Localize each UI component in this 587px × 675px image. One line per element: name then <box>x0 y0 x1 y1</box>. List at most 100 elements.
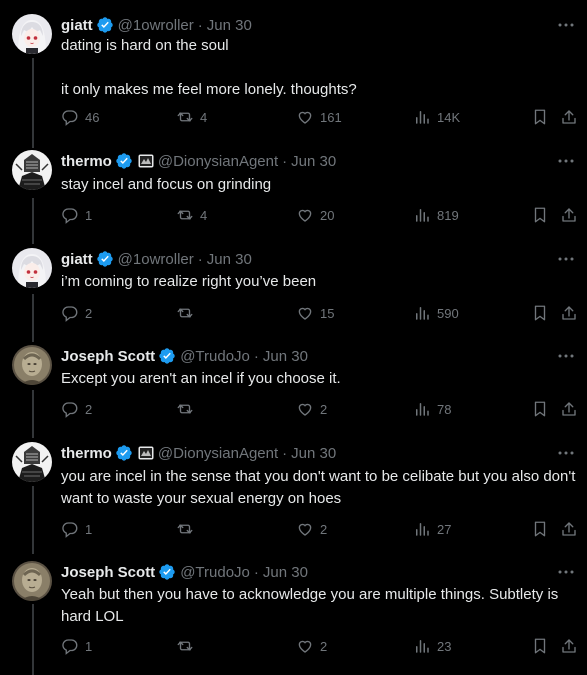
sketch-warrior-avatar[interactable] <box>12 150 52 190</box>
retweet-button[interactable] <box>176 304 200 322</box>
bookmark-button[interactable] <box>531 520 549 538</box>
views-button[interactable]: 78 <box>413 400 451 418</box>
more-options-icon[interactable] <box>557 446 575 460</box>
tweet-date[interactable]: Jun 30 <box>207 17 252 34</box>
heart-icon <box>298 403 312 416</box>
tweet-date[interactable]: Jun 30 <box>291 445 336 462</box>
more-options-icon[interactable] <box>557 565 575 579</box>
author-handle[interactable]: @DionysianAgent <box>158 445 278 462</box>
separator-dot: · <box>197 16 203 34</box>
portrait-avatar[interactable] <box>12 561 52 601</box>
action-bar: 2 15 590 <box>61 304 577 324</box>
author-name[interactable]: Joseph Scott <box>61 348 155 365</box>
tweet-date[interactable]: Jun 30 <box>263 348 308 365</box>
author-name[interactable]: thermo <box>61 445 112 462</box>
like-button[interactable]: 2 <box>296 400 327 418</box>
reply-button[interactable]: 1 <box>61 520 92 538</box>
like-button[interactable]: 161 <box>296 108 342 126</box>
share-button[interactable] <box>560 520 578 538</box>
author-name[interactable]: thermo <box>61 153 112 170</box>
tweet-date[interactable]: Jun 30 <box>263 564 308 581</box>
reply-icon <box>62 522 78 538</box>
like-button[interactable]: 2 <box>296 520 327 538</box>
action-bar: 1 2 27 <box>61 520 577 540</box>
reply-icon <box>62 639 78 655</box>
anime-girl-avatar[interactable] <box>12 14 52 54</box>
author-name[interactable]: giatt <box>61 251 93 268</box>
sketch-warrior-avatar[interactable] <box>12 442 52 482</box>
retweet-button[interactable]: 4 <box>176 108 207 126</box>
retweet-icon <box>177 404 193 414</box>
tweet-date[interactable]: Jun 30 <box>291 153 336 170</box>
bookmark-button[interactable] <box>531 637 549 655</box>
verified-badge-icon <box>96 251 113 267</box>
share-button[interactable] <box>560 304 578 322</box>
bookmark-button[interactable] <box>531 206 549 224</box>
thread-line <box>32 604 34 675</box>
author-handle[interactable]: @TrudoJo <box>180 564 250 581</box>
reply-button[interactable]: 2 <box>61 304 92 322</box>
views-button[interactable]: 14K <box>413 108 460 126</box>
views-button[interactable]: 23 <box>413 637 451 655</box>
tweet-date[interactable]: Jun 30 <box>207 251 252 268</box>
separator-dot: · <box>253 347 259 365</box>
more-options-icon[interactable] <box>557 18 575 32</box>
author-handle[interactable]: @DionysianAgent <box>158 153 278 170</box>
share-button[interactable] <box>560 400 578 418</box>
action-bar: 1 4 20 819 <box>61 206 577 226</box>
analytics-icon <box>416 111 429 124</box>
reply-icon <box>62 402 78 418</box>
views-button[interactable]: 590 <box>413 304 459 322</box>
analytics-icon <box>416 307 429 320</box>
more-options-icon[interactable] <box>557 349 575 363</box>
tweet-header: giatt @1owroller · Jun 30 <box>61 15 252 35</box>
portrait-avatar[interactable] <box>12 345 52 385</box>
reply-button[interactable]: 1 <box>61 637 92 655</box>
share-icon <box>562 208 576 222</box>
reply-button[interactable]: 46 <box>61 108 99 126</box>
retweet-button[interactable] <box>176 520 200 538</box>
analytics-icon <box>416 640 429 653</box>
bookmark-button[interactable] <box>531 108 549 126</box>
reply-button[interactable]: 1 <box>61 206 92 224</box>
reply-button[interactable]: 2 <box>61 400 92 418</box>
like-button[interactable]: 2 <box>296 637 327 655</box>
retweet-button[interactable] <box>176 400 200 418</box>
author-handle[interactable]: @1owroller <box>118 251 194 268</box>
author-name[interactable]: giatt <box>61 17 93 34</box>
affiliate-badge-icon[interactable] <box>138 446 154 460</box>
share-icon <box>562 402 576 416</box>
tweet-text: you are incel in the sense that you don'… <box>61 468 580 507</box>
thread-line <box>32 486 34 554</box>
reply-icon <box>62 306 78 322</box>
tweet-header: Joseph Scott @TrudoJo · Jun 30 <box>61 562 308 582</box>
author-handle[interactable]: @1owroller <box>118 17 194 34</box>
author-handle[interactable]: @TrudoJo <box>180 348 250 365</box>
share-button[interactable] <box>560 206 578 224</box>
share-icon <box>562 306 576 320</box>
bookmark-button[interactable] <box>531 400 549 418</box>
bookmark-button[interactable] <box>531 304 549 322</box>
view-count: 27 <box>437 521 452 537</box>
share-button[interactable] <box>560 637 578 655</box>
affiliate-badge-icon[interactable] <box>138 154 154 168</box>
more-options-icon[interactable] <box>557 154 575 168</box>
views-button[interactable]: 819 <box>413 206 459 224</box>
share-button[interactable] <box>560 108 578 126</box>
like-button[interactable]: 15 <box>296 304 334 322</box>
retweet-button[interactable] <box>176 637 200 655</box>
like-count: 20 <box>320 207 335 223</box>
view-count: 819 <box>437 207 459 223</box>
anime-girl-avatar[interactable] <box>12 248 52 288</box>
like-button[interactable]: 20 <box>296 206 334 224</box>
tweet-text: Except you aren't an incel if you choose… <box>61 370 341 387</box>
author-name[interactable]: Joseph Scott <box>61 564 155 581</box>
verified-badge-icon <box>116 153 132 169</box>
more-options-icon[interactable] <box>557 252 575 266</box>
tweet-text: dating is hard on the soul it only makes… <box>61 37 357 98</box>
tweet-text: stay incel and focus on grinding <box>61 176 272 193</box>
retweet-button[interactable]: 4 <box>176 206 207 224</box>
views-button[interactable]: 27 <box>413 520 451 538</box>
separator-dot: · <box>253 563 259 581</box>
like-count: 161 <box>320 109 342 125</box>
